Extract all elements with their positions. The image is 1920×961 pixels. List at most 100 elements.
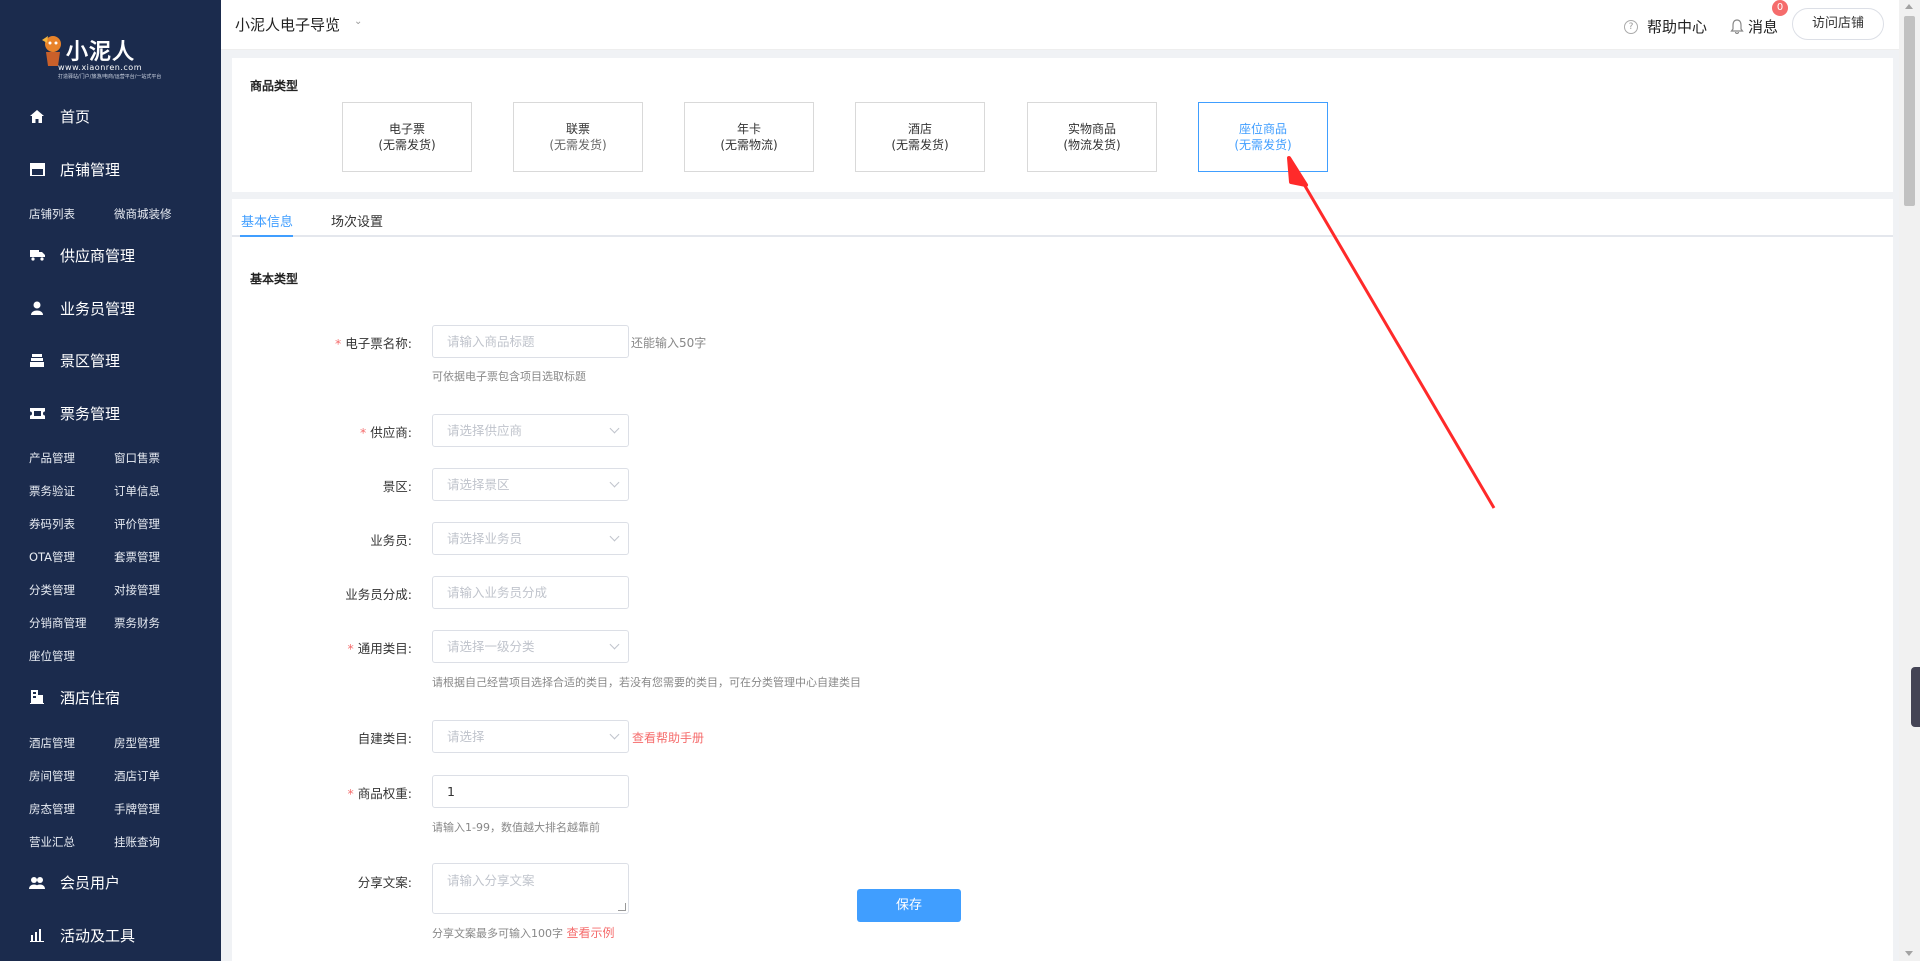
- help-center-label: 帮助中心: [1647, 18, 1708, 36]
- sidebar-item-hotel-orders[interactable]: 酒店订单: [114, 768, 160, 784]
- store-switcher[interactable]: 小泥人电子导览: [235, 14, 340, 35]
- nav-members[interactable]: 会员用户: [0, 862, 221, 902]
- logo-domain: www.xiaonren.com: [58, 63, 142, 72]
- ticket-name-label: * 电子票名称:: [232, 333, 412, 352]
- sidebar-item-wristband-management[interactable]: 手牌管理: [114, 801, 160, 817]
- nav-activities-tools-label: 活动及工具: [60, 926, 136, 945]
- type-card-name: 实物商品: [1067, 122, 1116, 136]
- ticket-name-input[interactable]: 请输入商品标题: [432, 325, 629, 358]
- section-title: 基本类型: [250, 272, 299, 286]
- resize-handle-icon[interactable]: [618, 903, 626, 911]
- scroll-thumb[interactable]: [1904, 16, 1915, 206]
- chevron-down-icon: [609, 639, 620, 650]
- type-card-hotel[interactable]: 酒店 (无需发货): [855, 102, 985, 172]
- scenic-label: 景区:: [382, 479, 412, 494]
- tab-session-settings[interactable]: 场次设置: [331, 211, 383, 230]
- weight-label: * 商品权重:: [232, 783, 412, 802]
- nav-ticket-management[interactable]: 票务管理: [0, 393, 221, 433]
- category-label: * 通用类目:: [232, 638, 412, 657]
- nav-activities-tools[interactable]: 活动及工具: [0, 915, 221, 955]
- nav-home[interactable]: 首页: [0, 96, 221, 136]
- active-tab-indicator: [240, 235, 293, 237]
- type-card-physical-goods[interactable]: 实物商品 (物流发货): [1027, 102, 1157, 172]
- chevron-down-icon[interactable]: ⌄: [354, 16, 362, 27]
- sidebar-item-credit-query[interactable]: 挂账查询: [114, 834, 160, 850]
- nav-scenic-management[interactable]: 景区管理: [0, 340, 221, 380]
- help-manual-link[interactable]: 查看帮助手册: [632, 729, 704, 746]
- sidebar-item-business-summary[interactable]: 营业汇总: [29, 834, 75, 850]
- ticket-icon: [29, 405, 45, 421]
- sidebar-item-ticket-verification[interactable]: 票务验证: [29, 483, 75, 499]
- sidebar-item-ticket-finance[interactable]: 票务财务: [114, 615, 160, 631]
- chevron-down-icon: [609, 477, 620, 488]
- type-card-name: 酒店: [907, 122, 932, 136]
- tab-basic-info[interactable]: 基本信息: [241, 211, 293, 230]
- visit-store-button[interactable]: 访问店铺: [1792, 8, 1884, 40]
- sidebar-item-order-info[interactable]: 订单信息: [114, 483, 160, 499]
- sidebar-item-coupon-list[interactable]: 券码列表: [29, 516, 75, 532]
- type-card-annual-card[interactable]: 年卡 (无需物流): [684, 102, 814, 172]
- type-card-name: 座位商品: [1238, 122, 1287, 136]
- salesman-select[interactable]: 请选择业务员: [432, 522, 629, 555]
- salesman-label: 业务员:: [370, 533, 412, 548]
- required-mark: *: [347, 641, 354, 656]
- weight-input[interactable]: 1: [432, 775, 629, 808]
- nav-hotel[interactable]: 酒店住宿: [0, 677, 221, 717]
- type-card-sub: (物流发货): [1063, 138, 1121, 152]
- nav-members-label: 会员用户: [60, 873, 121, 892]
- page-scrollbar[interactable]: [1899, 0, 1920, 961]
- nav-supplier-management[interactable]: 供应商管理: [0, 235, 221, 275]
- sidebar-item-review-management[interactable]: 评价管理: [114, 516, 160, 532]
- sidebar-item-distributor-management[interactable]: 分销商管理: [29, 615, 87, 631]
- sidebar-item-room-status[interactable]: 房态管理: [29, 801, 75, 817]
- form-panel: 基本信息 场次设置 基本类型 * 电子票名称: 请输入商品标题 还能输入50字 可…: [232, 199, 1893, 961]
- commission-input[interactable]: 请输入业务员分成: [432, 576, 629, 609]
- view-example-link[interactable]: 查看示例: [567, 926, 615, 940]
- type-card-name: 电子票: [388, 122, 425, 136]
- sidebar-item-window-sales[interactable]: 窗口售票: [114, 450, 160, 466]
- category-hint: 请根据自己经营项目选择合适的类目，若没有您需要的类目，可在分类管理中心自建类目: [432, 676, 861, 689]
- save-button[interactable]: 保存: [857, 889, 961, 922]
- share-copy-textarea[interactable]: 请输入分享文案: [432, 863, 629, 914]
- sidebar-item-category-management[interactable]: 分类管理: [29, 582, 75, 598]
- nav-salesman-management[interactable]: 业务员管理: [0, 288, 221, 328]
- type-card-combo-ticket[interactable]: 联票 (无需发货): [513, 102, 643, 172]
- sidebar-item-mall-decoration[interactable]: 微商城装修: [114, 206, 172, 222]
- sidebar-item-store-list[interactable]: 店铺列表: [29, 206, 75, 222]
- custom-category-select[interactable]: 请选择: [432, 720, 629, 753]
- sidebar-item-seat-management[interactable]: 座位管理: [29, 648, 75, 664]
- category-select[interactable]: 请选择一级分类: [432, 630, 629, 663]
- type-card-sub: (无需发货): [549, 138, 607, 152]
- chart-icon: [29, 927, 45, 943]
- supplier-select[interactable]: 请选择供应商: [432, 414, 629, 447]
- logo[interactable]: 小泥人 www.xiaonren.com 打造驿站/门户/旅游/电商/运营平台/…: [38, 30, 162, 80]
- ticket-name-label-text: 电子票名称:: [345, 336, 412, 351]
- nav-supplier-management-label: 供应商管理: [60, 246, 136, 265]
- nav-scenic-management-label: 景区管理: [60, 351, 121, 370]
- nav-salesman-management-label: 业务员管理: [60, 299, 136, 318]
- help-center-link[interactable]: ? 帮助中心: [1624, 16, 1707, 37]
- logo-slogan: 打造驿站/门户/旅游/电商/运营平台/一站式平台: [58, 74, 162, 80]
- messages-link[interactable]: 消息: [1730, 16, 1778, 37]
- sidebar-item-ota-management[interactable]: OTA管理: [29, 549, 75, 565]
- nav-store-management[interactable]: 店铺管理: [0, 149, 221, 189]
- weight-label-text: 商品权重:: [357, 786, 412, 801]
- sidebar-item-hotel-management[interactable]: 酒店管理: [29, 735, 75, 751]
- store-icon: [29, 161, 45, 177]
- scenic-select[interactable]: 请选择景区: [432, 468, 629, 501]
- sidebar-item-integration-management[interactable]: 对接管理: [114, 582, 160, 598]
- sidebar-item-room-management[interactable]: 房间管理: [29, 768, 75, 784]
- sidebar-item-package-management[interactable]: 套票管理: [114, 549, 160, 565]
- sidebar-item-product-management[interactable]: 产品管理: [29, 450, 75, 466]
- type-card-sub: (无需发货): [1234, 138, 1292, 152]
- type-card-seat-goods[interactable]: 座位商品 (无需发货): [1198, 102, 1328, 172]
- scroll-up-icon[interactable]: [1905, 4, 1913, 9]
- chevron-down-icon: [609, 531, 620, 542]
- type-card-e-ticket[interactable]: 电子票 (无需发货): [342, 102, 472, 172]
- scroll-down-icon[interactable]: [1905, 951, 1913, 956]
- floating-side-widget[interactable]: [1911, 667, 1920, 727]
- custom-category-select-placeholder: 请选择: [447, 729, 485, 744]
- sidebar-item-room-type-management[interactable]: 房型管理: [114, 735, 160, 751]
- ticket-name-char-count: 还能输入50字: [631, 336, 707, 350]
- share-copy-hint-text: 分享文案最多可输入100字: [432, 927, 563, 940]
